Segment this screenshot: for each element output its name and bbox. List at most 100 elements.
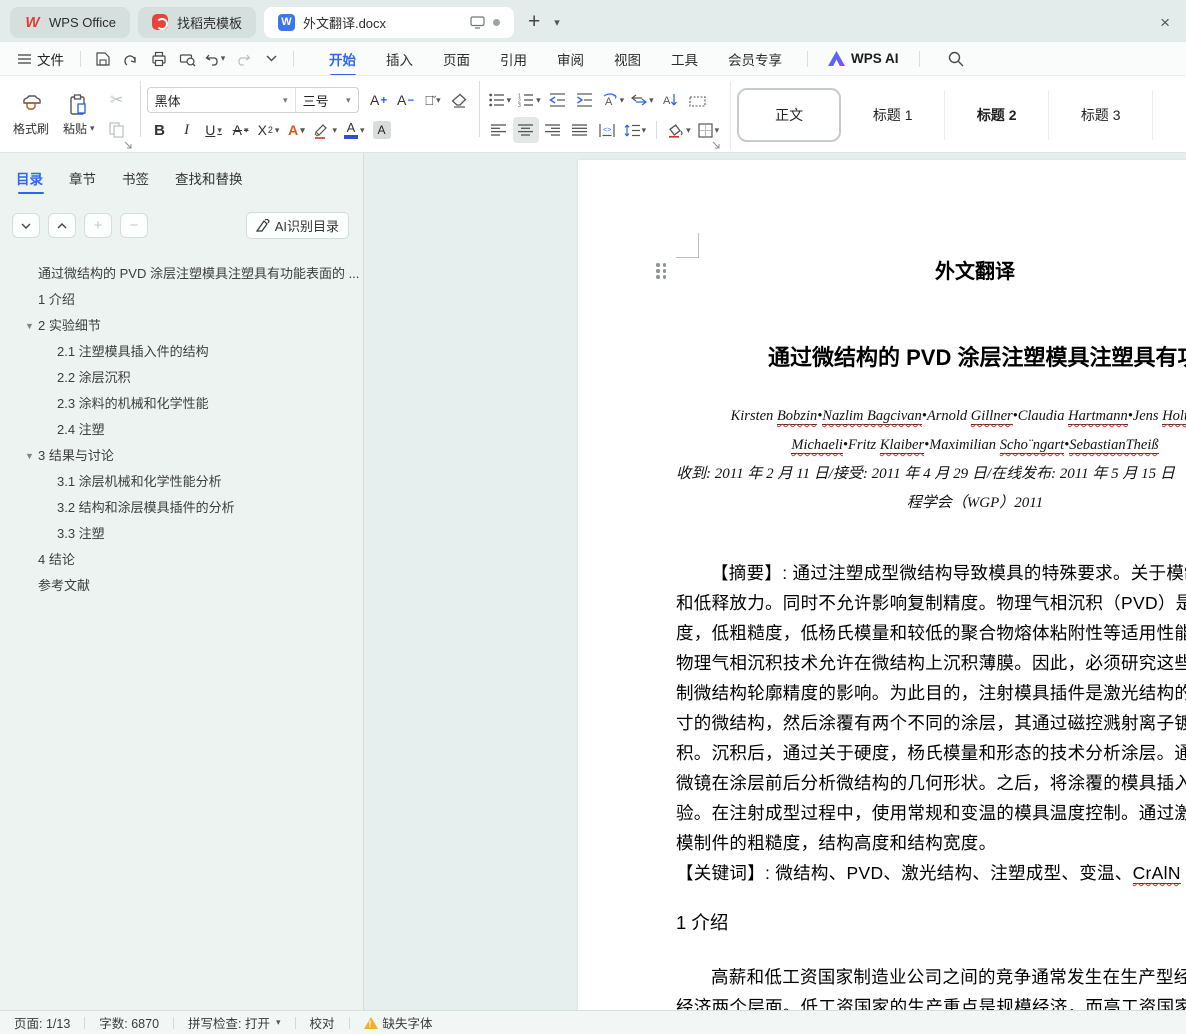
toc-item[interactable]: 2.4 注塑 [0,417,363,443]
new-tab-button[interactable]: + [522,10,546,34]
ai-pen-icon [255,219,270,232]
align-left-button[interactable] [486,117,512,143]
align-center-button[interactable] [512,117,539,143]
promote-button[interactable]: + [84,213,112,238]
sidebar-tab[interactable]: 章节 [69,168,96,194]
toc-item[interactable]: 3.3 注塑 [0,521,363,547]
toc-item[interactable]: ▼ 3 结果与讨论 [0,443,363,469]
clear-format-button[interactable] [447,87,473,113]
text-effects-button[interactable]: A ▾ [283,117,309,143]
char-scale-button[interactable]: ▾ [628,87,657,113]
font-name-select[interactable]: 黑体 ▾ [148,88,296,112]
italic-button[interactable]: I [174,117,200,143]
decrease-font-button[interactable]: A − [393,87,419,113]
toc-item[interactable]: 2.2 涂层沉积 [0,365,363,391]
save-button[interactable] [91,48,115,70]
toc-item[interactable]: 4 结论 [0,547,363,573]
ribbon-tab[interactable]: 工具 [656,43,713,75]
toc-item[interactable]: 3.2 结构和涂层模具插件的分析 [0,495,363,521]
distribute-button[interactable]: <> [594,117,620,143]
toc-item[interactable]: 2.3 涂料的机械和化学性能 [0,391,363,417]
missing-font-warning[interactable]: 缺失字体 [363,1013,433,1032]
ai-recognize-toc-button[interactable]: AI识别目录 [245,212,349,239]
shading-button[interactable]: ▾ [664,117,694,143]
style-gallery: 正文 标题 1 标题 2 标题 3 [730,81,1180,149]
toc-item[interactable]: 1 介绍 [0,287,363,313]
clipboard-group-expand-icon[interactable] [124,141,132,149]
toc-item[interactable]: 2.1 注塑模具插入件的结构 [0,339,363,365]
document-page[interactable]: 外文翻译通过微结构的 PVD 涂层注塑模具注塑具有功能表面的 Kirsten Bo… [578,160,1186,1010]
paste-label: 粘贴 [63,122,88,136]
drag-handle-icon[interactable] [656,263,668,279]
more-commands-chevron-icon[interactable] [259,48,283,70]
numbered-list-button[interactable]: 1 2 3 ▾ [515,87,544,113]
strikethrough-button[interactable]: A ▾ [228,117,254,143]
ribbon-tab[interactable]: 插入 [371,43,428,75]
pinyin-guide-button[interactable]: 文̆ ▾ [420,87,446,113]
tab-docer-templates[interactable]: 找稻壳模板 [137,6,256,38]
style-item[interactable]: 标题 2 [945,90,1050,140]
wps-ai-button[interactable]: WPS AI [818,51,909,66]
collapse-triangle-icon[interactable]: ▼ [25,313,34,339]
font-size-select[interactable]: 三号 ▾ [296,88,358,112]
toc-item[interactable]: 参考文献 [0,573,363,599]
style-item[interactable]: 标题 1 [841,90,946,140]
borders-button[interactable]: ▾ [695,117,723,143]
char-shading-button[interactable]: A [369,117,395,143]
paragraph-group-expand-icon[interactable] [712,141,720,149]
superscript-button[interactable]: X 2 ▾ [255,117,283,143]
paste-button[interactable]: 粘贴 ▾ [56,91,102,139]
tab-stops-button[interactable] [685,87,711,113]
justify-button[interactable] [567,117,593,143]
sort-button[interactable]: A [658,87,684,113]
font-color-button[interactable]: A ▾ [341,117,368,143]
ribbon-tab[interactable]: 页面 [428,43,485,75]
increase-indent-button[interactable] [572,87,598,113]
increase-font-button[interactable]: A + [366,87,392,113]
toc-item[interactable]: 通过微结构的 PVD 涂层注塑模具注塑具有功能表面的 ... [0,261,363,287]
highlight-color-button[interactable]: ▾ [310,117,340,143]
tab-document[interactable]: W 外文翻译.docx [263,6,514,38]
text-direction-button[interactable]: A ▾ [599,87,628,113]
proofread-button[interactable]: 校对 [310,1013,335,1032]
page-indicator[interactable]: 页面: 1/13 [14,1013,70,1032]
sidebar-tab[interactable]: 目录 [16,168,44,194]
ribbon-tab[interactable]: 会员专享 [713,43,797,75]
ribbon-tab[interactable]: 开始 [314,43,371,75]
print-preview-button[interactable] [175,48,199,70]
bullet-list-button[interactable]: ▾ [486,87,515,113]
tab-wps-office[interactable]: W WPS Office [10,6,130,38]
print-button[interactable] [147,48,171,70]
line-spacing-button[interactable]: ▾ [621,117,650,143]
tab-list-chevron-icon[interactable]: ▾ [554,16,560,29]
monitor-icon[interactable] [470,15,485,29]
collapse-triangle-icon[interactable]: ▼ [25,443,34,469]
sidebar-tab[interactable]: 书签 [122,168,149,194]
ribbon-tab[interactable]: 视图 [599,43,656,75]
align-right-button[interactable] [540,117,566,143]
close-icon[interactable]: × [1160,13,1170,33]
expand-all-button[interactable] [12,213,40,238]
toc-item[interactable]: 3.1 涂层机械和化学性能分析 [0,469,363,495]
redo-button[interactable] [231,48,255,70]
decrease-indent-button[interactable] [545,87,571,113]
copy-icon[interactable] [104,117,130,143]
export-pdf-button[interactable] [119,48,143,70]
format-painter-button[interactable]: 格式刷 [6,91,56,139]
ribbon-tab[interactable]: 引用 [485,43,542,75]
style-item[interactable]: 正文 [737,88,842,142]
bold-button[interactable]: B [147,117,173,143]
collapse-all-button[interactable] [48,213,76,238]
file-menu-button[interactable]: 文件 [12,45,70,73]
ribbon-tab[interactable]: 审阅 [542,43,599,75]
demote-button[interactable]: − [120,213,148,238]
underline-button[interactable]: U ▾ [201,117,227,143]
cut-icon[interactable]: ✂ [104,87,130,113]
style-item[interactable]: 标题 3 [1049,90,1154,140]
spellcheck-toggle[interactable]: 拼写检查: 打开 ▾ [188,1013,280,1032]
toc-item[interactable]: ▼ 2 实验细节 [0,313,363,339]
search-icon[interactable] [944,48,968,70]
word-count[interactable]: 字数: 6870 [99,1013,159,1032]
undo-button[interactable]: ▾ [203,48,227,70]
sidebar-tab[interactable]: 查找和替换 [175,168,243,194]
